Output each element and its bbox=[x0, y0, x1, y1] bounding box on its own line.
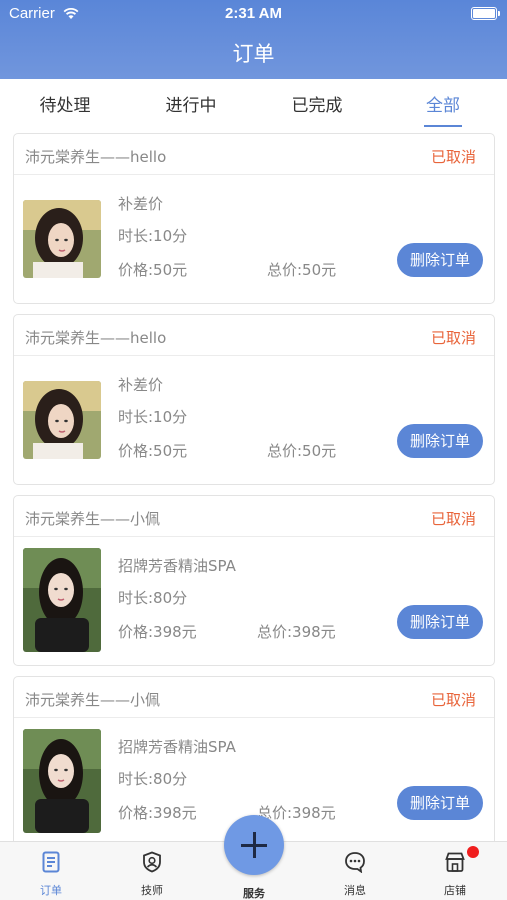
unit-price: 价格:50元 bbox=[118, 442, 188, 460]
message-bubble-icon bbox=[345, 852, 365, 873]
technician-avatar bbox=[23, 729, 101, 833]
shop-name: 沛元棠养生——hello bbox=[25, 329, 167, 347]
notification-badge bbox=[467, 846, 479, 858]
plus-icon-vertical bbox=[253, 832, 256, 858]
tabbar-label: 订单 bbox=[40, 884, 62, 897]
app-header: Carrier 2:31 AM 订单 bbox=[0, 0, 507, 79]
order-status: 已取消 bbox=[430, 329, 476, 347]
status-time: 2:31 AM bbox=[225, 5, 282, 22]
service-name: 补差价 bbox=[118, 195, 164, 213]
shop-name: 沛元棠养生——hello bbox=[25, 148, 167, 166]
tabbar-label: 消息 bbox=[344, 884, 366, 897]
unit-price: 价格:398元 bbox=[118, 623, 197, 641]
add-service-button[interactable] bbox=[224, 815, 284, 875]
active-tab-indicator bbox=[424, 125, 462, 127]
total-price: 总价:50元 bbox=[267, 261, 337, 279]
store-icon bbox=[445, 852, 465, 872]
unit-price: 价格:50元 bbox=[118, 261, 188, 279]
status-bar: Carrier 2:31 AM bbox=[0, 0, 507, 28]
unit-price: 价格:398元 bbox=[118, 804, 197, 822]
technician-avatar bbox=[23, 200, 101, 278]
technician-shield-icon bbox=[143, 851, 161, 873]
delete-order-button[interactable]: 删除订单 bbox=[397, 605, 483, 639]
tab-all[interactable]: 全部 bbox=[393, 91, 493, 116]
order-status: 已取消 bbox=[430, 691, 476, 709]
tabbar-label-service: 服务 bbox=[243, 887, 265, 900]
shop-name: 沛元棠养生——小佩 bbox=[25, 691, 161, 709]
order-status: 已取消 bbox=[430, 148, 476, 166]
order-status: 已取消 bbox=[430, 510, 476, 528]
total-price: 总价:398元 bbox=[257, 623, 336, 641]
service-name: 招牌芳香精油SPA bbox=[118, 738, 236, 756]
order-card-header: 沛元棠养生——hello 已取消 bbox=[14, 134, 494, 175]
technician-avatar bbox=[23, 381, 101, 459]
shop-name: 沛元棠养生——小佩 bbox=[25, 510, 161, 528]
page-title: 订单 bbox=[232, 42, 275, 66]
total-price: 总价:50元 bbox=[267, 442, 337, 460]
delete-order-button[interactable]: 删除订单 bbox=[397, 786, 483, 820]
order-list[interactable]: 沛元棠养生——hello 已取消 补差价 时长:10分 价格:50元 总价:50… bbox=[0, 129, 507, 841]
tab-pending[interactable]: 待处理 bbox=[15, 91, 115, 116]
delete-order-button[interactable]: 删除订单 bbox=[397, 243, 483, 277]
battery-icon bbox=[471, 7, 500, 20]
tabbar-item-messages[interactable]: 消息 bbox=[325, 842, 385, 900]
order-card-header: 沛元棠养生——小佩 已取消 bbox=[14, 496, 494, 537]
tabbar-label: 技师 bbox=[141, 884, 163, 897]
service-name: 招牌芳香精油SPA bbox=[118, 557, 236, 575]
tabbar-label: 店铺 bbox=[444, 884, 466, 897]
order-card: 沛元棠养生——hello 已取消 补差价 时长:10分 价格:50元 总价:50… bbox=[13, 314, 495, 485]
service-duration: 时长:10分 bbox=[118, 408, 188, 426]
tabbar-item-orders[interactable]: 订单 bbox=[21, 842, 81, 900]
order-card-header: 沛元棠养生——hello 已取消 bbox=[14, 315, 494, 356]
order-filter-tabs: 待处理 进行中 已完成 全部 bbox=[0, 79, 507, 129]
tab-completed[interactable]: 已完成 bbox=[267, 91, 367, 116]
delete-order-button[interactable]: 删除订单 bbox=[397, 424, 483, 458]
tab-in-progress[interactable]: 进行中 bbox=[141, 91, 241, 116]
service-duration: 时长:80分 bbox=[118, 770, 188, 788]
order-card: 沛元棠养生——hello 已取消 补差价 时长:10分 价格:50元 总价:50… bbox=[13, 133, 495, 304]
tabbar-item-technicians[interactable]: 技师 bbox=[122, 842, 182, 900]
service-duration: 时长:10分 bbox=[118, 227, 188, 245]
service-duration: 时长:80分 bbox=[118, 589, 188, 607]
order-document-icon bbox=[42, 851, 60, 873]
order-card: 沛元棠养生——小佩 已取消 招牌芳香精油SPA 时长:80分 价格:398元 总… bbox=[13, 495, 495, 666]
order-card-header: 沛元棠养生——小佩 已取消 bbox=[14, 677, 494, 718]
service-name: 补差价 bbox=[118, 376, 164, 394]
technician-avatar bbox=[23, 548, 101, 652]
